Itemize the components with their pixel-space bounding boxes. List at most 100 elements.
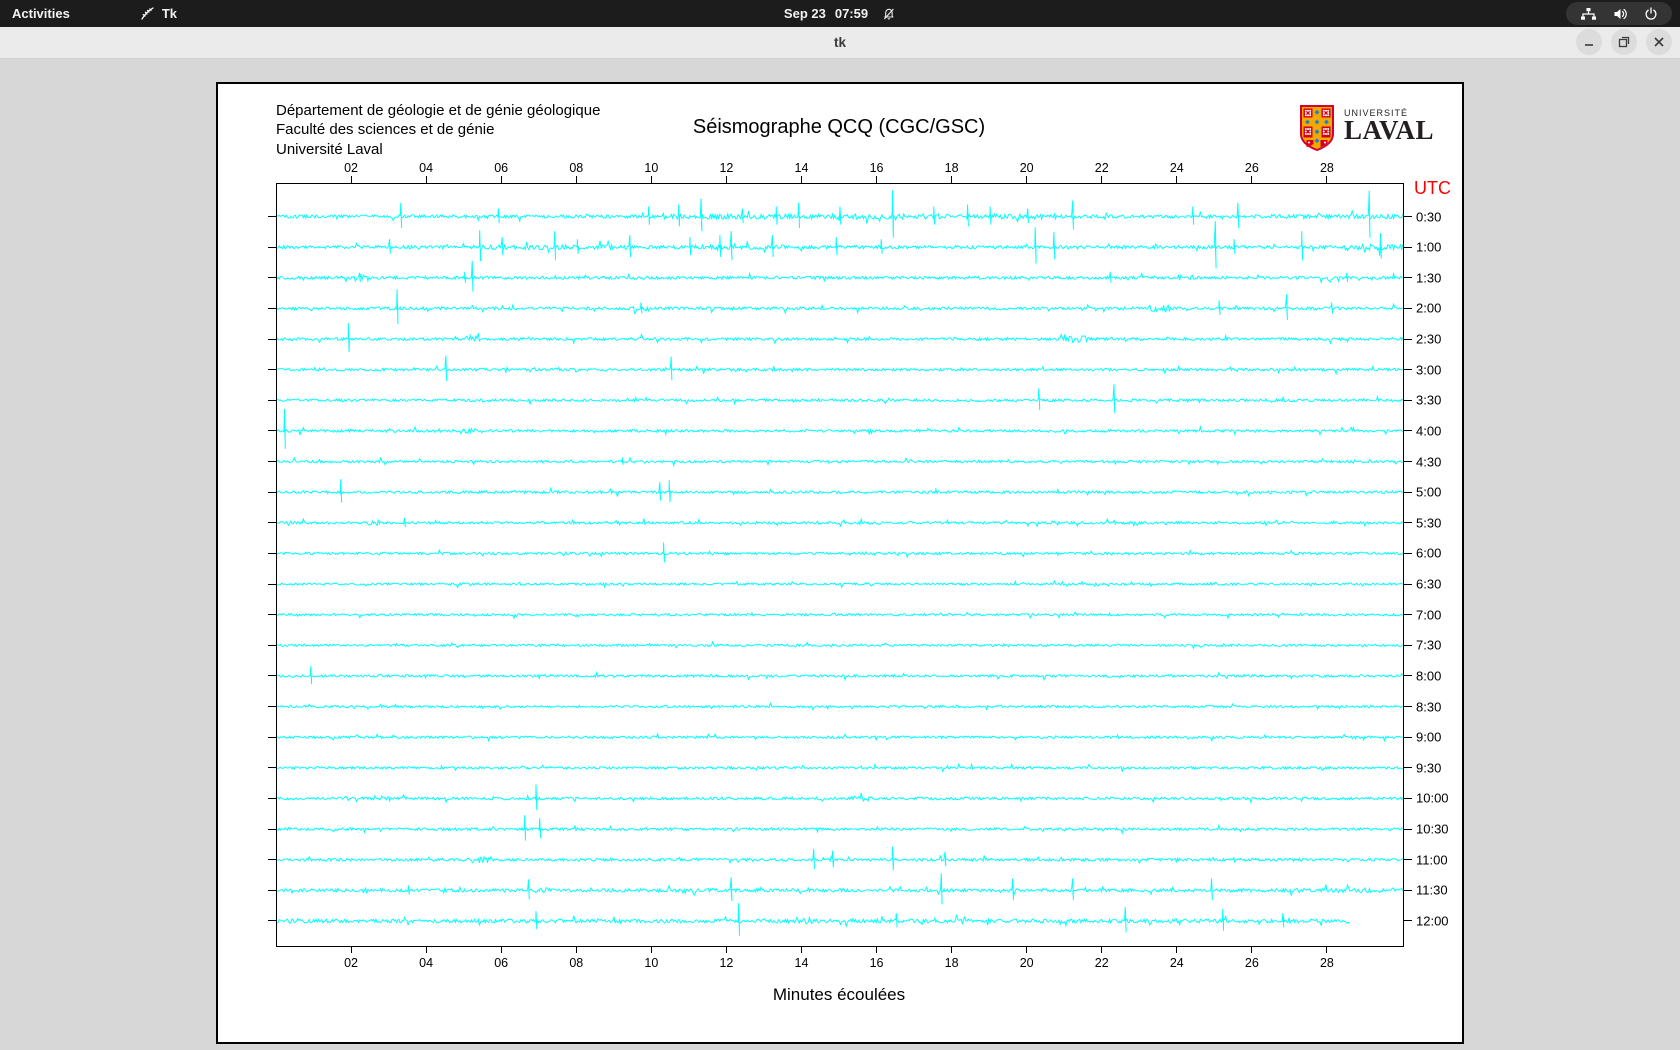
x-tick-top xyxy=(650,176,652,183)
x-tick-bottom xyxy=(1101,946,1103,953)
seismogram-trace-row xyxy=(277,846,1403,871)
tk-app-label: Tk xyxy=(161,6,177,21)
x-tick-label-bottom: 16 xyxy=(869,956,884,970)
header-line-2: Faculté des sciences et de génie xyxy=(276,121,495,139)
row-tick-left xyxy=(268,522,276,524)
row-tick-right xyxy=(1404,522,1412,524)
volume-icon xyxy=(1613,7,1628,21)
seismogram-trace-row xyxy=(277,701,1403,711)
x-tick-label-top: 14 xyxy=(794,161,809,175)
window-title: tk xyxy=(833,35,846,50)
row-tick-left xyxy=(268,399,276,401)
x-tick-label-top: 12 xyxy=(719,161,734,175)
x-tick-bottom xyxy=(1326,946,1328,953)
row-time-label: 8:30 xyxy=(1416,699,1442,715)
x-tick-label-bottom: 18 xyxy=(944,956,959,970)
x-tick-top xyxy=(350,176,352,183)
x-tick-bottom xyxy=(500,946,502,953)
seismogram-trace-row xyxy=(277,322,1403,353)
x-tick-label-top: 28 xyxy=(1319,161,1334,175)
x-tick-top xyxy=(800,176,802,183)
row-time-label: 6:00 xyxy=(1416,545,1442,561)
row-tick-right xyxy=(1404,216,1412,217)
row-tick-right xyxy=(1404,889,1412,891)
x-tick-label-bottom: 02 xyxy=(344,956,359,970)
row-tick-right xyxy=(1404,369,1412,371)
seismogram-trace-row xyxy=(277,611,1403,620)
x-tick-label-top: 10 xyxy=(644,161,659,175)
seismogram-trace-row xyxy=(277,408,1403,449)
x-tick-label-top: 16 xyxy=(869,161,884,175)
seismogram-trace-row xyxy=(277,815,1403,841)
x-tick-top xyxy=(575,176,577,183)
x-tick-label-top: 06 xyxy=(494,161,509,175)
seismogram-traces xyxy=(277,190,1403,936)
row-time-label: 11:30 xyxy=(1416,882,1448,898)
close-button[interactable] xyxy=(1646,29,1672,55)
row-tick-left xyxy=(268,583,276,585)
row-tick-left xyxy=(268,246,276,248)
x-tick-label-top: 18 xyxy=(944,161,959,175)
row-time-label: 8:00 xyxy=(1416,668,1442,684)
row-tick-right xyxy=(1404,644,1412,646)
row-tick-left xyxy=(268,920,276,922)
seismogram-trace-row xyxy=(277,384,1403,414)
clock-button[interactable]: Sep 23 07:59 xyxy=(784,0,896,27)
x-tick-label-bottom: 04 xyxy=(419,956,434,970)
x-tick-label-bottom: 22 xyxy=(1094,956,1109,970)
seismogram-trace-row xyxy=(277,517,1403,528)
x-tick-bottom xyxy=(1251,946,1253,953)
row-tick-left xyxy=(268,889,276,891)
x-tick-bottom xyxy=(876,946,878,953)
maximize-button[interactable] xyxy=(1611,29,1637,55)
seismogram-trace-row xyxy=(277,456,1403,468)
row-tick-right xyxy=(1404,675,1412,677)
seismogram-trace-row xyxy=(277,762,1403,774)
seismogram-trace-row xyxy=(277,289,1403,325)
row-tick-right xyxy=(1404,767,1412,769)
institution-header: Département de géologie et de génie géol… xyxy=(276,101,600,159)
window-titlebar[interactable]: tk xyxy=(0,27,1680,59)
minimize-button[interactable] xyxy=(1576,29,1602,55)
activities-button[interactable]: Activities xyxy=(0,0,82,27)
tk-app-indicator[interactable]: Tk xyxy=(140,6,177,21)
gnome-top-bar: Activities Tk Sep 23 07:59 xyxy=(0,0,1680,27)
x-tick-label-top: 02 xyxy=(344,161,359,175)
system-tray[interactable] xyxy=(1566,2,1672,25)
seismogram-trace-row xyxy=(277,732,1403,743)
row-tick-left xyxy=(268,369,276,371)
row-time-label: 3:00 xyxy=(1416,362,1442,378)
row-tick-right xyxy=(1404,461,1412,463)
x-tick-label-bottom: 24 xyxy=(1169,956,1184,970)
row-tick-right xyxy=(1404,277,1412,279)
row-time-label: 6:30 xyxy=(1416,576,1442,592)
row-tick-left xyxy=(268,706,276,708)
utc-label: UTC xyxy=(1414,178,1451,198)
row-tick-left xyxy=(268,859,276,861)
x-tick-bottom xyxy=(425,946,427,953)
row-time-label: 2:00 xyxy=(1416,300,1442,316)
row-tick-right xyxy=(1404,307,1412,309)
row-time-label: 2:30 xyxy=(1416,331,1442,347)
row-tick-left xyxy=(268,491,276,493)
x-tick-top xyxy=(1326,176,1328,183)
clock-date: Sep 23 xyxy=(783,6,826,21)
seismogram-trace-row xyxy=(277,902,1351,936)
notifications-disabled-icon xyxy=(882,7,896,21)
x-tick-top xyxy=(1176,176,1178,183)
row-time-label: 3:30 xyxy=(1416,392,1442,408)
seismogram-trace-row xyxy=(277,260,1403,292)
x-tick-label-bottom: 06 xyxy=(494,956,509,970)
x-tick-label-bottom: 10 xyxy=(644,956,659,970)
power-icon xyxy=(1644,6,1658,21)
x-tick-label-top: 24 xyxy=(1169,161,1184,175)
x-tick-top xyxy=(1251,176,1253,183)
row-tick-right xyxy=(1404,583,1412,585)
clock-time: 07:59 xyxy=(834,6,869,21)
row-tick-left xyxy=(268,828,276,830)
x-tick-bottom xyxy=(725,946,727,953)
row-time-label: 11:00 xyxy=(1416,852,1448,868)
x-tick-top xyxy=(1101,176,1103,183)
row-tick-right xyxy=(1404,491,1412,493)
row-tick-left xyxy=(268,797,276,799)
